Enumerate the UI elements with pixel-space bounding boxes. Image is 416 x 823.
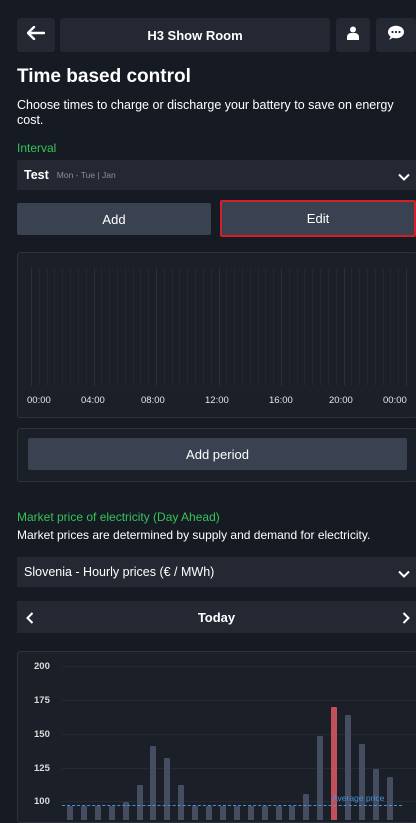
price-bar: [289, 806, 296, 820]
price-bar: [233, 806, 240, 820]
price-bars: [0, 0, 416, 820]
price-bar: [150, 745, 157, 820]
price-bar: [247, 806, 254, 820]
price-bar: [275, 806, 282, 820]
price-bar: [80, 806, 87, 820]
price-bar: [303, 794, 310, 820]
price-bar: [358, 744, 365, 820]
price-bar: [386, 776, 393, 820]
price-bar: [219, 806, 226, 820]
price-bar: [317, 736, 324, 820]
price-bar: [94, 806, 101, 820]
price-bar: [192, 806, 199, 820]
average-price-label: Average price: [332, 793, 385, 804]
price-bar: [108, 806, 115, 820]
price-bar: [164, 757, 171, 820]
price-bar: [67, 806, 73, 820]
average-price-line: [62, 805, 402, 807]
price-bar: [261, 806, 268, 820]
price-bar: [206, 806, 212, 820]
